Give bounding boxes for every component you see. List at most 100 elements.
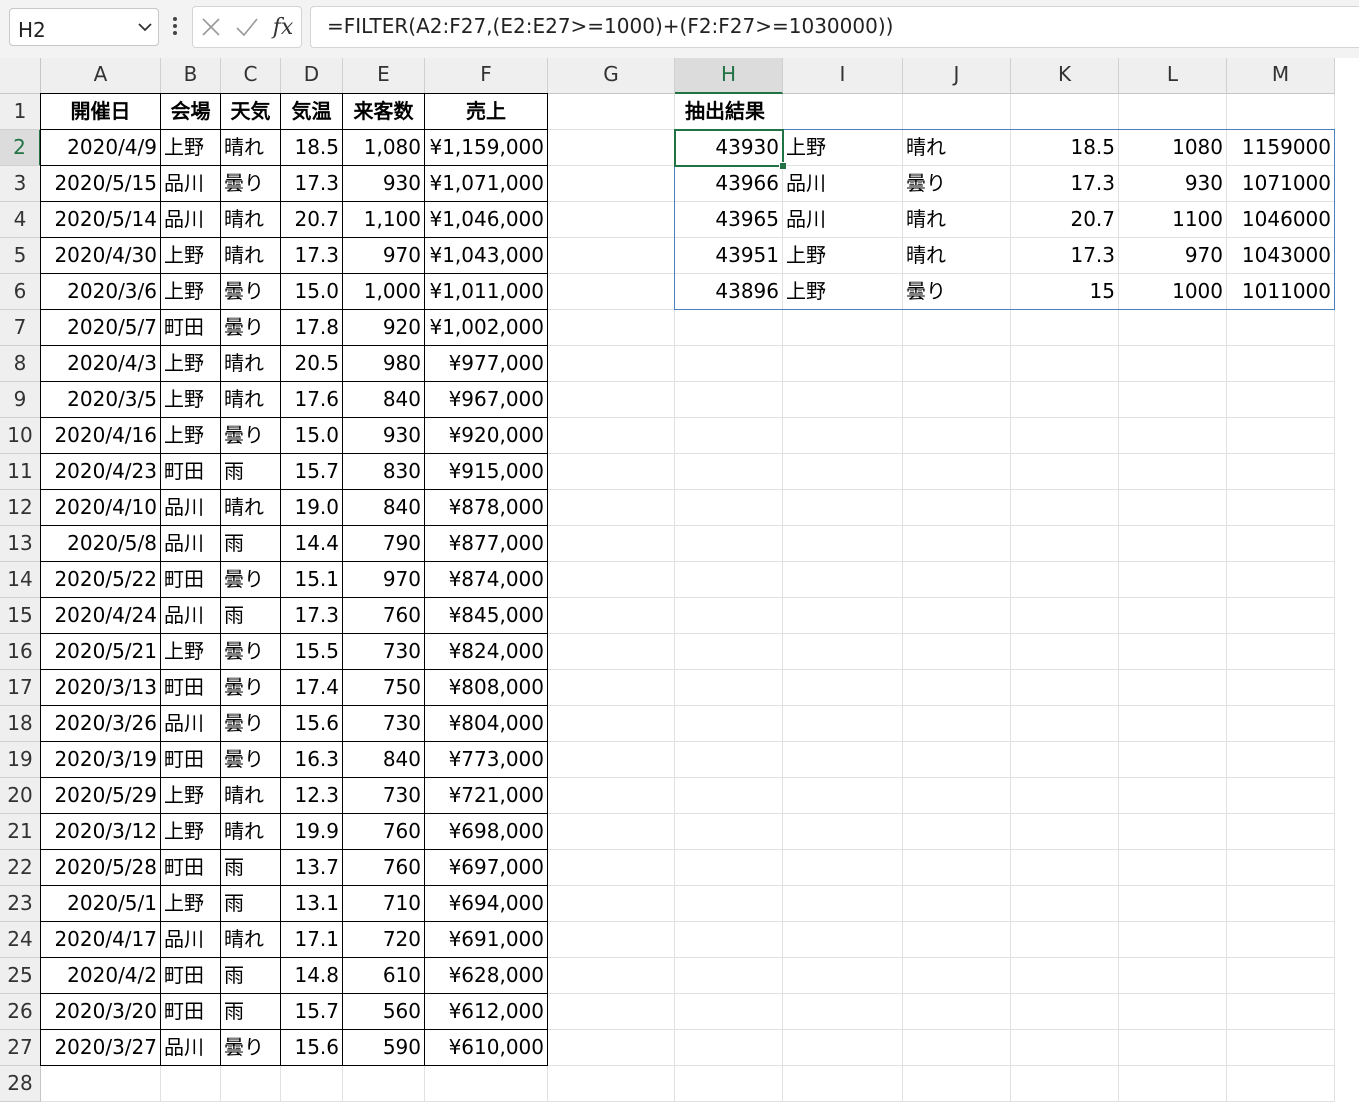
data-cell[interactable]: 840 [343, 490, 425, 526]
cell[interactable] [1227, 994, 1335, 1030]
data-cell[interactable]: 上野 [161, 382, 221, 418]
cell[interactable] [548, 166, 675, 202]
data-cell[interactable]: ¥628,000 [425, 958, 548, 994]
result-cell[interactable]: 1159000 [1227, 130, 1335, 166]
cell[interactable] [1119, 562, 1227, 598]
data-cell[interactable]: 品川 [161, 922, 221, 958]
data-cell[interactable]: 曇り [221, 742, 281, 778]
cell[interactable] [1119, 634, 1227, 670]
cell[interactable] [675, 994, 783, 1030]
cell[interactable] [1227, 778, 1335, 814]
cell[interactable] [1119, 994, 1227, 1030]
cell[interactable] [675, 706, 783, 742]
data-cell[interactable]: 2020/5/1 [40, 886, 161, 922]
data-cell[interactable]: 雨 [221, 850, 281, 886]
data-cell[interactable]: 17.4 [281, 670, 343, 706]
cell[interactable] [903, 778, 1011, 814]
data-cell[interactable]: 760 [343, 814, 425, 850]
enter-button[interactable] [231, 7, 263, 47]
data-cell[interactable]: 2020/4/2 [40, 958, 161, 994]
row-header-23[interactable]: 23 [0, 886, 41, 922]
row-header-1[interactable]: 1 [0, 94, 41, 130]
result-cell[interactable]: 曇り [903, 166, 1011, 202]
cell[interactable] [548, 310, 675, 346]
cell[interactable] [783, 454, 903, 490]
cell[interactable] [1119, 598, 1227, 634]
result-cell[interactable]: 43965 [675, 202, 783, 238]
row-header-2[interactable]: 2 [0, 130, 41, 166]
cell[interactable] [548, 202, 675, 238]
cell[interactable] [1011, 886, 1119, 922]
cell[interactable] [1227, 490, 1335, 526]
data-cell[interactable]: ¥874,000 [425, 562, 548, 598]
data-cell[interactable]: 750 [343, 670, 425, 706]
cell[interactable] [548, 994, 675, 1030]
row-header-20[interactable]: 20 [0, 778, 41, 814]
column-header-c[interactable]: C [221, 58, 281, 94]
data-cell[interactable]: 790 [343, 526, 425, 562]
data-cell[interactable]: 町田 [161, 994, 221, 1030]
data-cell[interactable]: 840 [343, 382, 425, 418]
data-cell[interactable]: 上野 [161, 814, 221, 850]
cell[interactable] [1227, 1030, 1335, 1066]
cell[interactable] [1227, 1066, 1335, 1102]
cell[interactable] [675, 814, 783, 850]
column-header-b[interactable]: B [161, 58, 221, 94]
column-header-l[interactable]: L [1119, 58, 1227, 94]
cell[interactable] [783, 958, 903, 994]
cell[interactable] [675, 886, 783, 922]
cell[interactable] [903, 850, 1011, 886]
row-header-16[interactable]: 16 [0, 634, 41, 670]
cell[interactable] [1119, 886, 1227, 922]
data-cell[interactable]: 17.6 [281, 382, 343, 418]
data-cell[interactable]: 840 [343, 742, 425, 778]
cell[interactable] [1227, 706, 1335, 742]
data-cell[interactable]: 17.3 [281, 238, 343, 274]
data-cell[interactable]: 町田 [161, 742, 221, 778]
data-cell[interactable]: 曇り [221, 274, 281, 310]
cell[interactable] [675, 670, 783, 706]
cell[interactable] [1227, 418, 1335, 454]
row-header-26[interactable]: 26 [0, 994, 41, 1030]
result-cell[interactable]: 晴れ [903, 202, 1011, 238]
cell[interactable] [1011, 1066, 1119, 1102]
data-cell[interactable]: 雨 [221, 526, 281, 562]
table-header-cell[interactable]: 会場 [161, 93, 221, 130]
data-cell[interactable]: 2020/3/27 [40, 1030, 161, 1066]
cell[interactable] [1227, 634, 1335, 670]
data-cell[interactable]: ¥915,000 [425, 454, 548, 490]
cell[interactable] [783, 634, 903, 670]
data-cell[interactable]: 雨 [221, 886, 281, 922]
data-cell[interactable]: 15.0 [281, 274, 343, 310]
data-cell[interactable]: 町田 [161, 670, 221, 706]
data-cell[interactable]: 品川 [161, 1030, 221, 1066]
row-header-10[interactable]: 10 [0, 418, 41, 454]
data-cell[interactable]: 晴れ [221, 130, 281, 166]
row-header-17[interactable]: 17 [0, 670, 41, 706]
data-cell[interactable]: ¥977,000 [425, 346, 548, 382]
cell[interactable] [783, 94, 903, 130]
cell[interactable] [783, 382, 903, 418]
insert-function-button[interactable]: fx [267, 7, 299, 47]
column-header-i[interactable]: I [783, 58, 903, 94]
chevron-down-icon[interactable] [136, 17, 154, 37]
cell[interactable] [903, 310, 1011, 346]
data-cell[interactable]: 曇り [221, 166, 281, 202]
cell[interactable] [548, 958, 675, 994]
data-cell[interactable]: 晴れ [221, 814, 281, 850]
cell[interactable] [1011, 490, 1119, 526]
cell[interactable] [548, 130, 675, 166]
cell[interactable] [675, 922, 783, 958]
data-cell[interactable]: 19.9 [281, 814, 343, 850]
cell[interactable] [1119, 94, 1227, 130]
cell[interactable] [783, 778, 903, 814]
data-cell[interactable]: ¥612,000 [425, 994, 548, 1030]
data-cell[interactable]: 1,100 [343, 202, 425, 238]
cell[interactable] [903, 814, 1011, 850]
cell[interactable] [548, 742, 675, 778]
column-header-d[interactable]: D [281, 58, 343, 94]
cell[interactable] [903, 382, 1011, 418]
row-header-13[interactable]: 13 [0, 526, 41, 562]
data-cell[interactable]: 上野 [161, 238, 221, 274]
data-cell[interactable]: 15.0 [281, 418, 343, 454]
